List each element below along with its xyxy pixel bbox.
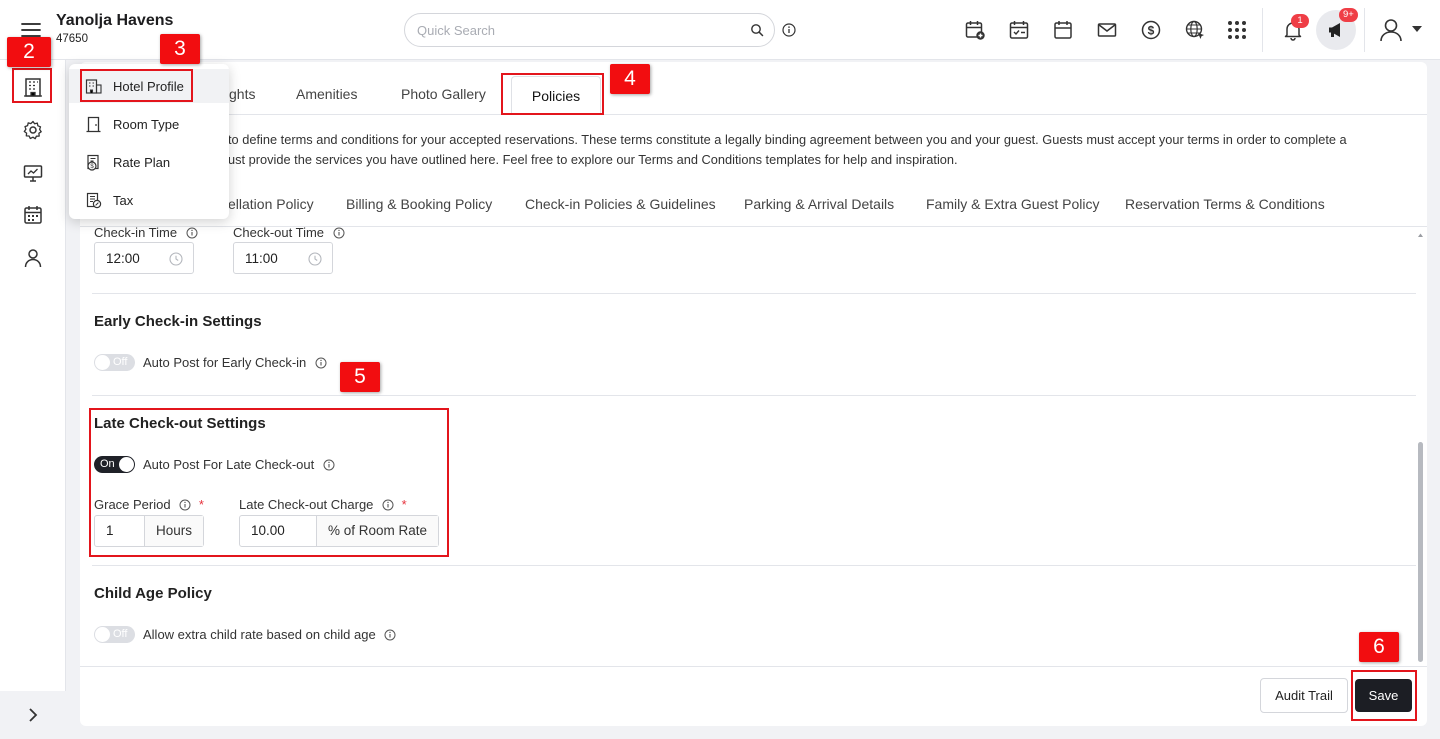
section-divider — [92, 395, 1416, 396]
search-icon[interactable] — [750, 23, 764, 37]
monitor-icon[interactable] — [22, 162, 44, 184]
policies-description: to define terms and conditions for your … — [228, 130, 1428, 170]
subtab-parking-arrival[interactable]: Parking & Arrival Details — [744, 196, 894, 212]
info-icon[interactable] — [333, 227, 345, 239]
annotation-number: 6 — [1359, 632, 1399, 662]
announcement-badge: 9+ — [1339, 8, 1358, 22]
tab-photo-gallery[interactable]: Photo Gallery — [401, 86, 486, 102]
globe-icon[interactable] — [1184, 19, 1206, 41]
door-icon — [86, 116, 101, 133]
megaphone-icon — [1329, 23, 1340, 37]
add-reservation-icon[interactable] — [964, 19, 986, 41]
toggle-state: Off — [113, 356, 128, 368]
checkout-time-field-label: Check-out Time — [233, 225, 345, 240]
audit-trail-button[interactable]: Audit Trail — [1260, 678, 1348, 713]
gear-icon[interactable] — [22, 119, 44, 141]
early-checkin-title: Early Check-in Settings — [94, 313, 262, 330]
child-age-toggle-label: Allow extra child rate based on child ag… — [143, 627, 396, 642]
sidebar — [0, 60, 66, 739]
menu-item-label: Room Type — [113, 117, 180, 132]
svg-text:$: $ — [1148, 23, 1155, 37]
info-icon[interactable] — [384, 629, 396, 641]
annotation-box — [89, 408, 449, 557]
header-divider — [1364, 8, 1365, 52]
calendar-grid-icon[interactable] — [22, 204, 44, 226]
header-divider — [1262, 8, 1263, 52]
search-input[interactable] — [417, 14, 737, 46]
early-checkin-label-text: Auto Post for Early Check-in — [143, 355, 307, 370]
mail-icon[interactable] — [1096, 19, 1118, 41]
clock-icon — [169, 252, 183, 266]
subtab-reservation-terms[interactable]: Reservation Terms & Conditions — [1125, 196, 1325, 212]
hotel-id: 47650 — [56, 33, 88, 45]
section-divider — [92, 565, 1416, 566]
main-tabs: ghts Amenities Photo Gallery Policies — [80, 62, 1427, 115]
menu-item-label: Tax — [113, 193, 134, 208]
clock-icon — [308, 252, 322, 266]
sidebar-expand[interactable] — [0, 691, 66, 739]
checkin-time-input[interactable]: 12:00 — [94, 242, 194, 274]
child-age-toggle[interactable]: Off — [94, 626, 135, 643]
scrollbar-thumb[interactable] — [1418, 442, 1423, 662]
subtab-billing-booking[interactable]: Billing & Booking Policy — [346, 196, 492, 212]
rate-plan-icon: $ — [87, 154, 99, 171]
annotation-number: 2 — [7, 37, 51, 67]
checkin-time-value: 12:00 — [106, 251, 140, 266]
notification-badge: 1 — [1291, 14, 1309, 28]
subtab-checkin-policies[interactable]: Check-in Policies & Guidelines — [525, 196, 716, 212]
annotation-number: 4 — [610, 64, 650, 94]
policies-card: ghts Amenities Photo Gallery Policies to… — [80, 62, 1427, 726]
annotation-box — [12, 68, 52, 103]
description-line: ust provide the services you have outlin… — [228, 152, 958, 167]
annotation-number: 5 — [340, 362, 380, 392]
info-icon[interactable] — [782, 23, 796, 37]
person-icon[interactable] — [22, 247, 44, 269]
annotation-number: 3 — [160, 34, 200, 64]
annotation-box — [1351, 670, 1417, 721]
menu-item-tax[interactable]: Tax — [69, 183, 229, 217]
calendar-check-icon[interactable] — [1008, 19, 1030, 41]
policy-subtabs: ellation Policy Billing & Booking Policy… — [80, 177, 1427, 227]
quick-search[interactable] — [404, 13, 775, 47]
hotel-name: Yanolja Havens — [56, 12, 174, 29]
tab-amenities[interactable]: Amenities — [296, 86, 357, 102]
early-checkin-toggle[interactable]: Off — [94, 354, 135, 371]
menu-item-rate-plan[interactable]: $ Rate Plan — [69, 145, 229, 179]
subtab-cancellation-policy[interactable]: ellation Policy — [228, 196, 314, 212]
chevron-down-icon[interactable] — [1412, 26, 1422, 32]
early-checkin-toggle-label: Auto Post for Early Check-in — [143, 355, 327, 370]
scroll-up-icon[interactable] — [1417, 232, 1424, 238]
user-icon[interactable] — [1378, 17, 1404, 43]
dollar-icon[interactable]: $ — [1140, 19, 1162, 41]
menu-item-label: Rate Plan — [113, 155, 171, 170]
checkin-time-field-label: Check-in Time — [94, 225, 198, 240]
chevron-right-icon[interactable] — [26, 707, 40, 723]
toggle-state: Off — [113, 628, 128, 640]
footer-divider — [80, 666, 1427, 667]
section-divider — [92, 293, 1416, 294]
toggle-knob — [95, 355, 110, 370]
child-age-title: Child Age Policy — [94, 585, 212, 602]
info-icon[interactable] — [186, 227, 198, 239]
top-bar: Yanolja Havens 47650 $ 1 9+ — [0, 0, 1440, 60]
subtab-family-extra-guest[interactable]: Family & Extra Guest Policy — [926, 196, 1100, 212]
child-age-label-text: Allow extra child rate based on child ag… — [143, 627, 376, 642]
toggle-knob — [95, 627, 110, 642]
checkout-time-value: 11:00 — [245, 251, 278, 266]
checkout-time-input[interactable]: 11:00 — [233, 242, 333, 274]
annotation-box — [501, 73, 604, 115]
menu-item-room-type[interactable]: Room Type — [69, 107, 229, 141]
tab-highlights[interactable]: ghts — [229, 86, 255, 102]
apps-grid-icon[interactable] — [1226, 19, 1248, 41]
calendar-icon[interactable] — [1052, 19, 1074, 41]
checkout-time-label: Check-out Time — [233, 225, 325, 240]
checkin-time-label: Check-in Time — [94, 225, 178, 240]
info-icon[interactable] — [315, 357, 327, 369]
tax-icon — [86, 192, 102, 209]
description-line: to define terms and conditions for your … — [228, 132, 1347, 147]
annotation-box — [80, 69, 193, 102]
